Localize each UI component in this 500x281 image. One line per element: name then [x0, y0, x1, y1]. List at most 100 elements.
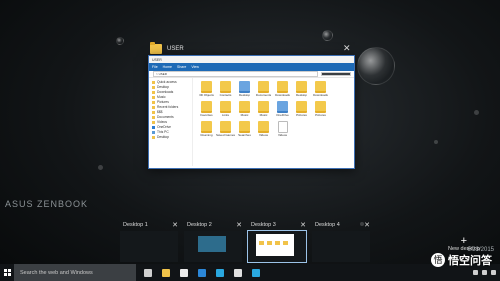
- file-item[interactable]: Documents: [254, 81, 273, 101]
- file-label: Music: [240, 113, 249, 117]
- folder-icon: [315, 101, 326, 113]
- close-desktop-button[interactable]: ✕: [300, 221, 306, 229]
- folder-icon: [296, 101, 307, 113]
- file-label: Desktop: [295, 93, 307, 97]
- tray-icon[interactable]: [473, 270, 478, 275]
- folder-icon: [152, 136, 155, 139]
- water-bubble: [322, 30, 333, 41]
- file-label: Documents: [255, 93, 272, 97]
- desktop-1[interactable]: Desktop 1 ✕: [118, 222, 178, 262]
- file-item: [330, 81, 349, 101]
- file-item[interactable]: Favorites: [197, 101, 216, 121]
- water-drop: [474, 110, 479, 115]
- window-title: USER: [167, 46, 184, 52]
- folder-icon: [296, 81, 307, 93]
- folder-icon: [277, 81, 288, 93]
- desktop-3[interactable]: Desktop 3 ✕: [246, 221, 307, 263]
- star-icon: [152, 81, 155, 84]
- start-button[interactable]: [0, 264, 14, 281]
- file-item[interactable]: Downloads: [273, 81, 292, 101]
- water-bubble-large: [357, 47, 395, 85]
- water-drop: [98, 165, 103, 170]
- file-explorer-icon[interactable]: [162, 268, 170, 277]
- navigation-pane: Quick access Desktop Downloads Music Pic…: [149, 78, 193, 166]
- file-item[interactable]: Saved Games: [216, 121, 235, 141]
- folder-icon: [220, 121, 231, 133]
- tray-icon[interactable]: [491, 270, 496, 275]
- search-placeholder: Search the web and Windows: [20, 269, 93, 276]
- folder-icon: [152, 111, 155, 114]
- watermark-logo-icon: 悟: [431, 253, 445, 267]
- taskbar-apps: [144, 268, 260, 277]
- close-desktop-button[interactable]: ✕: [172, 221, 178, 229]
- file-explorer-window[interactable]: USER File Home Share View > USER Quick a…: [148, 55, 355, 169]
- address-input[interactable]: > USER: [153, 71, 318, 77]
- tray-icon[interactable]: [482, 270, 487, 275]
- store-icon[interactable]: [180, 268, 188, 277]
- folder-icon: [315, 81, 326, 93]
- file-item[interactable]: Contacts: [216, 81, 235, 101]
- address-bar: > USER: [149, 71, 354, 78]
- file-label: Saved Games: [216, 133, 236, 137]
- skype-icon[interactable]: [252, 268, 260, 277]
- tab-view[interactable]: View: [191, 65, 199, 69]
- file-item[interactable]: Links: [216, 101, 235, 121]
- desktop-4[interactable]: Desktop 4 ✕: [310, 222, 370, 262]
- file-item[interactable]: Pictures: [311, 101, 330, 121]
- tab-home[interactable]: Home: [163, 65, 172, 69]
- desktop-2[interactable]: Desktop 2 ✕: [182, 222, 242, 262]
- file-item[interactable]: Music: [235, 101, 254, 121]
- file-label: Downloads: [275, 93, 290, 97]
- file-item[interactable]: Music: [254, 101, 273, 121]
- task-view-icon[interactable]: [144, 268, 152, 277]
- tab-file[interactable]: File: [152, 65, 158, 69]
- media-icon[interactable]: [234, 268, 242, 277]
- file-label: Pictures: [315, 113, 326, 117]
- file-label: Downloads: [313, 93, 328, 97]
- file-label: Searches: [238, 133, 251, 137]
- file-item[interactable]: OneDrive: [273, 101, 292, 121]
- file-item[interactable]: Roaming: [197, 121, 216, 141]
- taskbar: Search the web and Windows: [0, 264, 500, 281]
- folder-icon: [150, 42, 162, 54]
- explorer-search-input[interactable]: [321, 72, 351, 76]
- file-item[interactable]: Videos: [254, 121, 273, 141]
- file-label: OneDrive: [276, 113, 289, 117]
- folder-icon: [152, 121, 155, 124]
- nav-item[interactable]: Desktop: [152, 135, 192, 140]
- file-item[interactable]: Desktop: [235, 81, 254, 101]
- file-item[interactable]: Downloads: [311, 81, 330, 101]
- file-item[interactable]: Desktop: [292, 81, 311, 101]
- desktop-thumbnail: [184, 231, 242, 262]
- water-drop: [434, 140, 438, 144]
- folder-icon: [152, 91, 155, 94]
- desktop-thumbnail: [247, 230, 307, 263]
- file-item[interactable]: Videos: [273, 121, 292, 141]
- folder-icon: [152, 96, 155, 99]
- skype-icon[interactable]: [216, 268, 224, 277]
- folder-icon: [152, 106, 155, 109]
- ribbon-tabs: File Home Share View: [149, 63, 354, 71]
- desktop-label: Desktop 4: [315, 222, 340, 228]
- folder-icon: [152, 101, 155, 104]
- file-item[interactable]: Pictures: [292, 101, 311, 121]
- tab-share[interactable]: Share: [177, 65, 186, 69]
- file-label: Favorites: [200, 113, 213, 117]
- folder-icon: [239, 101, 250, 113]
- edge-icon[interactable]: [198, 268, 206, 277]
- water-bubble: [116, 37, 124, 45]
- close-desktop-button[interactable]: ✕: [236, 221, 242, 229]
- search-box[interactable]: Search the web and Windows: [14, 264, 136, 281]
- folder-icon: [201, 81, 212, 93]
- folder-icon: [239, 81, 250, 93]
- folder-icon: [201, 121, 212, 133]
- close-desktop-button[interactable]: ✕: [364, 221, 370, 229]
- file-label: Contacts: [219, 93, 232, 97]
- file-item[interactable]: 3D Objects: [197, 81, 216, 101]
- window-caption[interactable]: USER: [150, 42, 184, 54]
- explorer-titlebar: USER: [149, 56, 354, 63]
- folder-icon: [258, 101, 269, 113]
- file-item[interactable]: Searches: [235, 121, 254, 141]
- close-window-button[interactable]: ✕: [343, 43, 351, 54]
- file-grid: 3D Objects Contacts Desktop Documents Downlo…: [193, 78, 354, 166]
